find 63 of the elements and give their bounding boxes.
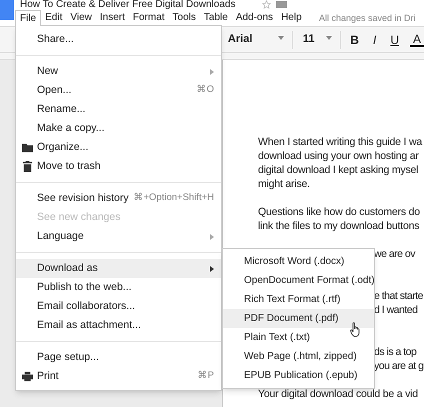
caret-icon bbox=[278, 36, 284, 40]
text-line: digital download I kept asking mysel bbox=[258, 163, 418, 177]
folder-icon[interactable] bbox=[276, 1, 287, 8]
menu-item: See new changes bbox=[36, 210, 122, 225]
menu-bar-item[interactable]: Help bbox=[277, 10, 306, 26]
menu-item[interactable]: Web Page (.html, zipped) bbox=[223, 347, 374, 366]
bold-button[interactable]: B bbox=[347, 30, 362, 48]
menu-item[interactable]: Microsoft Word (.docx) bbox=[223, 252, 374, 271]
menu-bar-item[interactable]: Table bbox=[200, 10, 232, 26]
menu-item[interactable]: Page setup... bbox=[16, 348, 221, 367]
menu-bar-item[interactable]: File bbox=[15, 10, 42, 26]
text-line: you are at g bbox=[374, 359, 424, 373]
menu-item[interactable]: Download as bbox=[16, 259, 221, 278]
menu-item[interactable]: Language bbox=[16, 227, 221, 246]
app-logo[interactable] bbox=[0, 0, 14, 20]
menu-bar-item[interactable]: Edit bbox=[41, 10, 66, 26]
trash-icon bbox=[22, 161, 33, 172]
menu-item[interactable]: Plain Text (.txt) bbox=[223, 328, 374, 347]
shortcut-label: ⌘+Option+Shift+H bbox=[133, 191, 214, 206]
caret-icon bbox=[326, 36, 332, 40]
menu-item[interactable]: Move to trash bbox=[16, 157, 221, 176]
menu-bar-item[interactable]: Tools bbox=[168, 10, 200, 26]
menu-bar-item[interactable]: View bbox=[66, 10, 96, 26]
menu-item[interactable]: Organize... bbox=[16, 138, 221, 157]
text-line: Questions like how do customers do bbox=[258, 205, 420, 219]
menu-bar-item[interactable]: Insert bbox=[96, 10, 129, 26]
menu-item[interactable]: Email collaborators... bbox=[16, 297, 221, 316]
hand-cursor-icon bbox=[350, 322, 362, 337]
underline-button[interactable]: U bbox=[387, 30, 402, 48]
menu-item[interactable]: EPUB Publication (.epub) bbox=[223, 366, 374, 385]
text-color-button[interactable]: A bbox=[410, 32, 424, 46]
save-status: All changes saved in Dri bbox=[319, 12, 416, 24]
shortcut-label: ⌘P bbox=[198, 369, 214, 384]
menu-item[interactable]: Rename... bbox=[16, 100, 221, 119]
shortcut-label: ⌘O bbox=[196, 83, 214, 98]
submenu-arrow-icon bbox=[210, 266, 214, 272]
menu-item[interactable]: See revision history ⌘+Option+Shift+H bbox=[16, 189, 221, 208]
menu-item[interactable]: Make a copy... bbox=[16, 119, 221, 138]
menu-item[interactable]: Print ⌘P bbox=[16, 367, 221, 386]
text-line: link the files to my download buttons bbox=[258, 219, 420, 233]
star-icon[interactable] bbox=[262, 0, 271, 9]
menu-item[interactable]: Email as attachment... bbox=[16, 316, 221, 335]
italic-button[interactable]: I bbox=[370, 30, 380, 48]
submenu-arrow-icon bbox=[210, 68, 214, 74]
menu-item[interactable]: OpenDocument Format (.odt) bbox=[223, 271, 374, 290]
text-line: Your digital download could be a vid bbox=[258, 387, 418, 401]
text-line: download using your own hosting ar bbox=[258, 149, 419, 163]
text-line: When I started writing this guide I wa bbox=[258, 135, 422, 149]
document-title[interactable]: How To Create & Deliver Free Digital Downloads bbox=[20, 0, 236, 10]
menu-item[interactable]: PDF Document (.pdf) bbox=[223, 309, 374, 328]
printer-icon bbox=[22, 371, 33, 382]
text-line: might arise. bbox=[258, 177, 310, 191]
menu-item[interactable]: Open... ⌘O bbox=[16, 81, 221, 100]
menu-item[interactable]: New bbox=[16, 62, 221, 81]
menu-bar-item[interactable]: Add-ons bbox=[232, 10, 278, 26]
folder-icon bbox=[22, 142, 33, 153]
menu-item[interactable]: Publish to the web... bbox=[16, 278, 221, 297]
menu-item[interactable]: Rich Text Format (.rtf) bbox=[223, 290, 374, 309]
font-name: Arial bbox=[228, 32, 252, 48]
submenu-arrow-icon bbox=[210, 234, 214, 240]
font-size-value: 11 bbox=[302, 32, 314, 48]
font-size-dropdown[interactable]: 11 bbox=[292, 31, 340, 48]
menu-bar-item[interactable]: Format bbox=[128, 10, 169, 26]
